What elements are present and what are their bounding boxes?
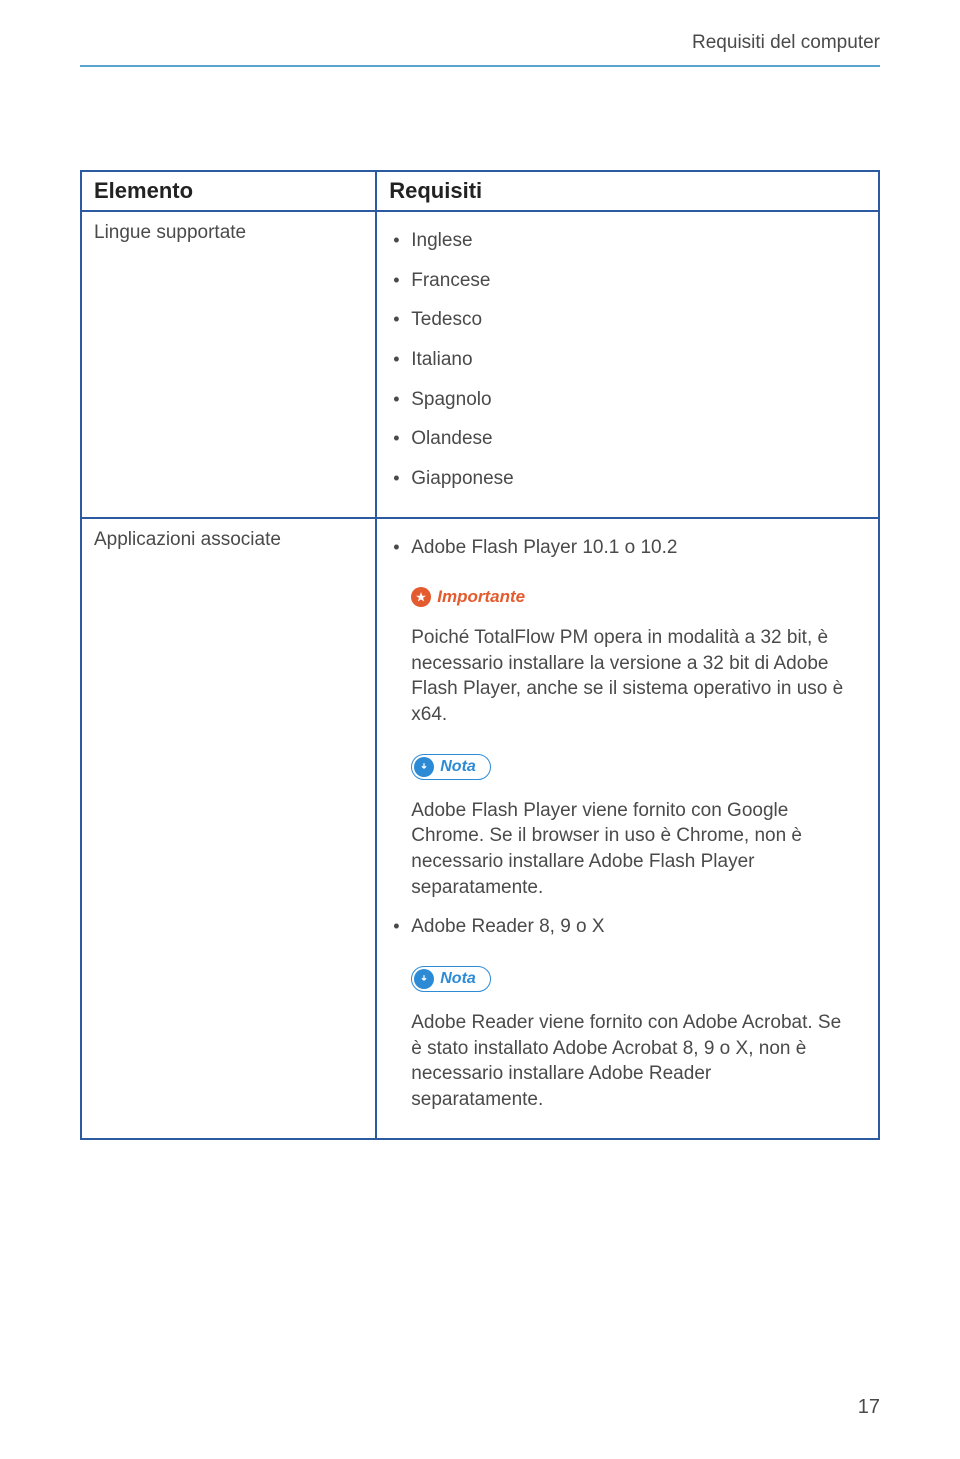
table-row: Lingue supportate Inglese Francese Tedes… bbox=[81, 211, 879, 518]
callout-nota: Nota bbox=[411, 754, 491, 780]
callout-label: Nota bbox=[440, 970, 476, 988]
arrow-down-icon bbox=[414, 757, 434, 777]
languages-list: Inglese Francese Tedesco Italiano Spagno… bbox=[389, 228, 866, 491]
list-item: Tedesco bbox=[389, 307, 866, 333]
callout-text: Poiché TotalFlow PM opera in modalità a … bbox=[411, 625, 866, 728]
list-item: Italiano bbox=[389, 347, 866, 373]
callout-label: Nota bbox=[440, 758, 476, 776]
list-item: Adobe Reader 8, 9 o X bbox=[389, 914, 866, 940]
callout-importante: Importante bbox=[411, 587, 531, 607]
element-label: Lingue supportate bbox=[94, 220, 363, 247]
content-area: Elemento Requisiti Lingue supportate Ing… bbox=[80, 170, 880, 1140]
col-header-elemento: Elemento bbox=[81, 171, 376, 211]
callout-nota: Nota bbox=[411, 966, 491, 992]
arrow-down-icon bbox=[414, 969, 434, 989]
apps-list: Adobe Reader 8, 9 o X bbox=[389, 914, 866, 940]
list-item: Giapponese bbox=[389, 466, 866, 492]
callout-text: Adobe Flash Player viene fornito con Goo… bbox=[411, 798, 866, 901]
element-label: Applicazioni associate bbox=[94, 527, 363, 554]
list-item: Inglese bbox=[389, 228, 866, 254]
list-item: Spagnolo bbox=[389, 387, 866, 413]
list-item: Francese bbox=[389, 268, 866, 294]
header-rule bbox=[80, 65, 880, 67]
col-header-requisiti: Requisiti bbox=[376, 171, 879, 211]
table-header-row: Elemento Requisiti bbox=[81, 171, 879, 211]
list-item: Adobe Flash Player 10.1 o 10.2 bbox=[389, 535, 866, 561]
apps-list: Adobe Flash Player 10.1 o 10.2 bbox=[389, 535, 866, 561]
list-item: Olandese bbox=[389, 426, 866, 452]
table-row: Applicazioni associate Adobe Flash Playe… bbox=[81, 518, 879, 1139]
star-icon bbox=[411, 587, 431, 607]
page-number: 17 bbox=[858, 1396, 880, 1419]
callout-label: Importante bbox=[437, 587, 531, 607]
callout-text: Adobe Reader viene fornito con Adobe Acr… bbox=[411, 1010, 866, 1113]
requirements-table: Elemento Requisiti Lingue supportate Ing… bbox=[80, 170, 880, 1140]
page-header: Requisiti del computer bbox=[80, 32, 880, 62]
